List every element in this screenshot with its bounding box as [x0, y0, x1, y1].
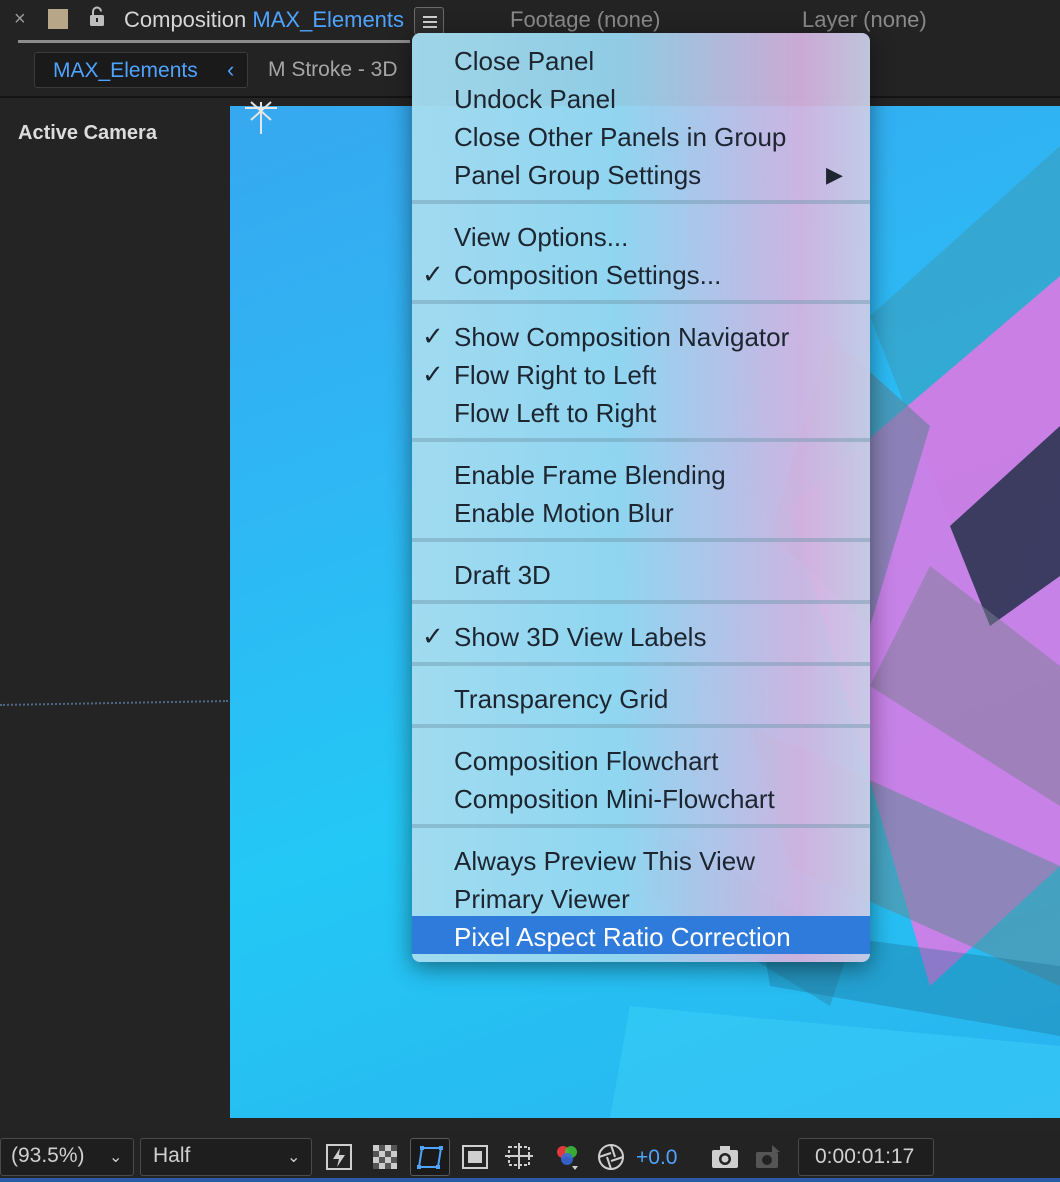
mask-visibility-button[interactable]: [410, 1138, 450, 1176]
menu-separator: [412, 538, 870, 542]
resolution-dropdown[interactable]: Half ⌄: [140, 1138, 312, 1176]
composition-prefix: Composition: [124, 7, 247, 32]
fast-preview-icon[interactable]: [324, 1142, 354, 1172]
menu-item-label: Draft 3D: [454, 560, 551, 590]
menu-item-draft-3d[interactable]: Draft 3D: [412, 554, 870, 592]
menu-separator: [412, 200, 870, 204]
menu-item-label: Undock Panel: [454, 84, 616, 114]
checkmark-icon: ✓: [422, 621, 444, 651]
subtab-label: MAX_Elements: [53, 59, 198, 82]
menu-item-label: Show 3D View Labels: [454, 622, 707, 652]
magnification-dropdown[interactable]: (93.5%) ⌄: [0, 1138, 134, 1176]
composition-name: MAX_Elements: [252, 7, 405, 32]
label-color-swatch[interactable]: [48, 9, 68, 29]
snapshot-camera-icon[interactable]: [710, 1142, 740, 1172]
active-tab-underline: [18, 40, 410, 43]
menu-item-label: Flow Right to Left: [454, 360, 657, 390]
menu-item-label: Flow Left to Right: [454, 398, 657, 428]
menu-item-label: Pixel Aspect Ratio Correction: [454, 922, 791, 952]
hamburger-line: [423, 16, 437, 18]
menu-separator: [412, 824, 870, 828]
menu-item-enable-motion-blur[interactable]: Enable Motion Blur: [412, 492, 870, 530]
menu-item-show-3d-view-labels[interactable]: ✓ Show 3D View Labels: [412, 616, 870, 654]
hamburger-line: [423, 26, 437, 28]
panel-context-menu: Close Panel Undock Panel Close Other Panel…: [412, 33, 870, 962]
menu-item-view-options[interactable]: View Options...: [412, 216, 870, 254]
menu-item-flow-left-to-right[interactable]: Flow Left to Right: [412, 392, 870, 430]
exposure-value[interactable]: +0.0: [636, 1146, 677, 1170]
tab-footage[interactable]: Footage (none): [510, 7, 660, 33]
checkmark-icon: ✓: [422, 321, 444, 351]
lock-icon[interactable]: [88, 6, 106, 28]
menu-item-show-composition-navigator[interactable]: ✓ Show Composition Navigator: [412, 316, 870, 354]
subtab-m-stroke-3d[interactable]: M Stroke - 3D: [268, 58, 398, 82]
composition-title[interactable]: Composition MAX_Elements: [124, 7, 404, 33]
camera-target-icon[interactable]: [243, 100, 279, 136]
exposure-reset-icon[interactable]: [596, 1142, 626, 1172]
viewer-toolbar: (93.5%) ⌄ Half ⌄ +0.0 0:00:01:17: [0, 1132, 1060, 1182]
subtab-max-elements[interactable]: MAX_Elements ‹: [34, 52, 248, 88]
checkmark-icon: ✓: [422, 259, 444, 289]
menu-item-label: Transparency Grid: [454, 684, 669, 714]
channel-icon[interactable]: [552, 1142, 582, 1172]
view-label: Active Camera: [18, 122, 157, 144]
magnification-value: (93.5%): [11, 1144, 85, 1167]
submenu-arrow-icon: ▶: [826, 162, 843, 187]
close-panel-icon[interactable]: ×: [14, 8, 26, 31]
menu-item-always-preview-this-view[interactable]: Always Preview This View: [412, 840, 870, 878]
menu-item-transparency-grid[interactable]: Transparency Grid: [412, 678, 870, 716]
menu-item-enable-frame-blending[interactable]: Enable Frame Blending: [412, 454, 870, 492]
menu-item-label: Close Other Panels in Group: [454, 122, 787, 152]
chevron-down-icon: ⌄: [109, 1149, 123, 1166]
menu-item-label: Enable Motion Blur: [454, 498, 674, 528]
camera-guide-line: [0, 700, 228, 706]
panel-menu-button[interactable]: [414, 7, 444, 35]
menu-item-primary-viewer[interactable]: Primary Viewer: [412, 878, 870, 916]
menu-item-pixel-aspect-ratio-correction[interactable]: Pixel Aspect Ratio Correction: [412, 916, 870, 954]
transparency-grid-icon[interactable]: [370, 1142, 400, 1172]
hamburger-line: [423, 21, 437, 23]
chevron-down-icon: ⌄: [287, 1149, 301, 1166]
show-snapshot-icon[interactable]: [754, 1142, 784, 1172]
mask-visibility-icon: [417, 1146, 443, 1169]
menu-item-label: View Options...: [454, 222, 629, 252]
menu-item-label: Panel Group Settings: [454, 160, 702, 190]
menu-item-label: Composition Settings...: [454, 260, 722, 290]
menu-separator: [412, 662, 870, 666]
menu-separator: [412, 600, 870, 604]
checkmark-icon: ✓: [422, 359, 444, 389]
menu-item-label: Enable Frame Blending: [454, 460, 726, 490]
menu-item-label: Primary Viewer: [454, 884, 630, 914]
menu-item-composition-settings[interactable]: ✓ Composition Settings...: [412, 254, 870, 292]
menu-item-label: Always Preview This View: [454, 846, 756, 876]
menu-item-label: Show Composition Navigator: [454, 322, 790, 352]
menu-item-close-panel[interactable]: Close Panel: [412, 40, 870, 78]
menu-item-label: Composition Flowchart: [454, 746, 719, 776]
menu-separator: [412, 300, 870, 304]
tab-layer[interactable]: Layer (none): [802, 7, 927, 33]
timecode-value: 0:00:01:17: [815, 1145, 915, 1168]
guides-icon[interactable]: [504, 1142, 534, 1172]
panel-focus-bar: [0, 1178, 1060, 1182]
region-of-interest-icon[interactable]: [460, 1142, 490, 1172]
menu-item-composition-mini-flowchart[interactable]: Composition Mini-Flowchart: [412, 778, 870, 816]
chevron-left-icon[interactable]: ‹: [227, 57, 234, 83]
menu-separator: [412, 438, 870, 442]
menu-item-flow-right-to-left[interactable]: ✓ Flow Right to Left: [412, 354, 870, 392]
menu-item-label: Composition Mini-Flowchart: [454, 784, 775, 814]
current-time-display[interactable]: 0:00:01:17: [798, 1138, 934, 1176]
menu-item-composition-flowchart[interactable]: Composition Flowchart: [412, 740, 870, 778]
menu-separator: [412, 724, 870, 728]
menu-item-undock-panel[interactable]: Undock Panel: [412, 78, 870, 116]
menu-item-panel-group-settings[interactable]: Panel Group Settings ▶: [412, 154, 870, 192]
resolution-value: Half: [153, 1144, 191, 1167]
menu-item-close-other-panels-in-group[interactable]: Close Other Panels in Group: [412, 116, 870, 154]
menu-item-label: Close Panel: [454, 46, 595, 76]
